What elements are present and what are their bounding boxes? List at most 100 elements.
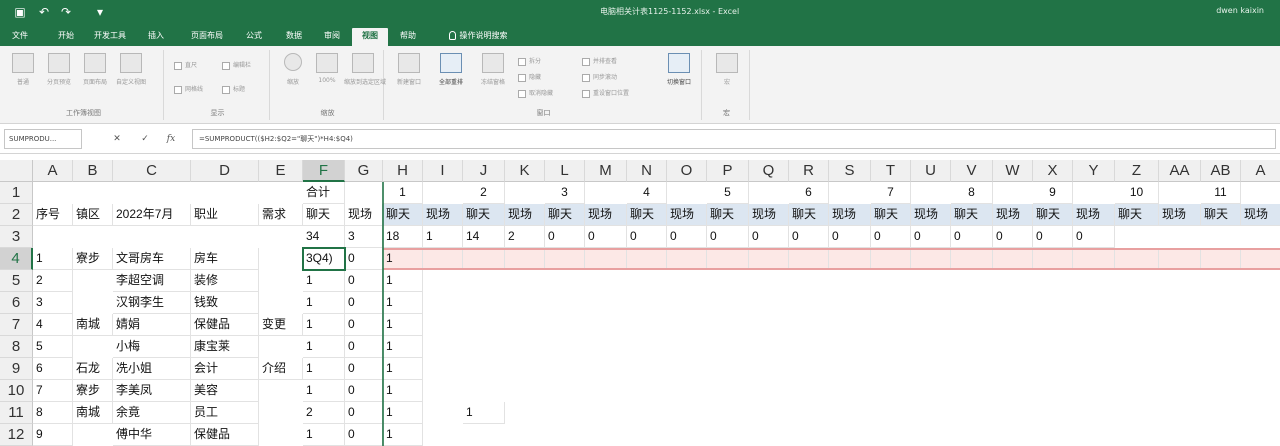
column-header-p[interactable]: P bbox=[707, 160, 749, 182]
column-header-n[interactable]: N bbox=[627, 160, 667, 182]
cell-d9[interactable]: 会计 bbox=[191, 358, 259, 380]
cell-c4[interactable]: 文哥房车 bbox=[113, 248, 191, 270]
cell-b10[interactable]: 寮步 bbox=[73, 380, 113, 402]
cell-r1[interactable]: 6 bbox=[789, 182, 829, 204]
cell-o3[interactable]: 0 bbox=[667, 226, 707, 248]
cell-h4[interactable]: 1 bbox=[383, 248, 423, 270]
ruler-checkbox[interactable]: 直尺 bbox=[174, 60, 197, 72]
tell-me-search[interactable]: 操作说明搜索 bbox=[436, 28, 520, 46]
cell-a2[interactable]: 现场 bbox=[1241, 204, 1280, 226]
cell-k3[interactable]: 2 bbox=[505, 226, 545, 248]
cell-f2[interactable]: 聊天 bbox=[303, 204, 345, 226]
cell-d4[interactable]: 房车 bbox=[191, 248, 259, 270]
cell-a12[interactable]: 9 bbox=[33, 424, 73, 446]
cell-r2[interactable]: 聊天 bbox=[789, 204, 829, 226]
unhide-button[interactable]: 取消隐藏 bbox=[518, 88, 553, 100]
freeze-panes-button[interactable]: 冻结窗格 bbox=[478, 53, 508, 97]
cell-f8[interactable]: 1 bbox=[303, 336, 345, 358]
column-header-m[interactable]: M bbox=[585, 160, 627, 182]
more-icon[interactable]: ▾ bbox=[92, 4, 108, 20]
cell-x1[interactable]: 9 bbox=[1033, 182, 1073, 204]
column-header-d[interactable]: D bbox=[191, 160, 259, 182]
cell-f4[interactable]: 3Q4) bbox=[303, 248, 345, 270]
column-header-b[interactable]: B bbox=[73, 160, 113, 182]
column-header-r[interactable]: R bbox=[789, 160, 829, 182]
save-icon[interactable]: ▣ bbox=[12, 4, 28, 20]
cell-g8[interactable]: 0 bbox=[345, 336, 383, 358]
column-header-z[interactable]: Z bbox=[1115, 160, 1159, 182]
tab-view[interactable]: 视图 bbox=[352, 28, 388, 46]
cell-g5[interactable]: 0 bbox=[345, 270, 383, 292]
cell-z2[interactable]: 聊天 bbox=[1115, 204, 1159, 226]
cell-b7[interactable]: 南城 bbox=[73, 314, 113, 336]
cell-c11[interactable]: 余竟 bbox=[113, 402, 191, 424]
cell-b9[interactable]: 石龙 bbox=[73, 358, 113, 380]
headings-checkbox[interactable]: 标题 bbox=[222, 84, 245, 96]
column-header-x[interactable]: X bbox=[1033, 160, 1073, 182]
column-header-a[interactable]: A bbox=[33, 160, 73, 182]
cell-h2[interactable]: 聊天 bbox=[383, 204, 423, 226]
row-header-11[interactable]: 11 bbox=[0, 402, 33, 424]
cell-q3[interactable]: 0 bbox=[749, 226, 789, 248]
cell-j3[interactable]: 14 bbox=[463, 226, 505, 248]
cell-d10[interactable]: 美容 bbox=[191, 380, 259, 402]
cell-t1[interactable]: 7 bbox=[871, 182, 911, 204]
cell-f6[interactable]: 1 bbox=[303, 292, 345, 314]
cell-b11[interactable]: 南城 bbox=[73, 402, 113, 424]
cell-h9[interactable]: 1 bbox=[383, 358, 423, 380]
cell-b4[interactable]: 寮步 bbox=[73, 248, 113, 270]
tab-review[interactable]: 审阅 bbox=[318, 28, 346, 46]
cell-a8[interactable]: 5 bbox=[33, 336, 73, 358]
cell-c2[interactable]: 2022年7月 bbox=[113, 204, 191, 226]
column-header-i[interactable]: I bbox=[423, 160, 463, 182]
column-header-f[interactable]: F bbox=[303, 160, 345, 182]
cell-h11[interactable]: 1 bbox=[383, 402, 423, 424]
redo-icon[interactable]: ↷ bbox=[58, 4, 74, 20]
cell-l1[interactable]: 3 bbox=[545, 182, 585, 204]
column-header-y[interactable]: Y bbox=[1073, 160, 1115, 182]
zoom-selection-button[interactable]: 缩放到选定区域 bbox=[344, 53, 386, 97]
row-header-7[interactable]: 7 bbox=[0, 314, 33, 336]
cell-c8[interactable]: 小梅 bbox=[113, 336, 191, 358]
tab-data[interactable]: 数据 bbox=[280, 28, 308, 46]
user-name[interactable]: dwen kaixin bbox=[1216, 6, 1264, 15]
tab-developer[interactable]: 开发工具 bbox=[88, 28, 132, 46]
new-window-button[interactable]: 新建窗口 bbox=[394, 53, 424, 97]
cell-d2[interactable]: 职业 bbox=[191, 204, 259, 226]
cell-i2[interactable]: 现场 bbox=[423, 204, 463, 226]
cell-e2[interactable]: 需求 bbox=[259, 204, 303, 226]
cell-j2[interactable]: 聊天 bbox=[463, 204, 505, 226]
name-box[interactable]: SUMPRODU... bbox=[4, 129, 82, 149]
formula-input[interactable]: =SUMPRODUCT(($H2:$Q2="聊天")*H4:$Q4) bbox=[192, 129, 1276, 149]
cell-d5[interactable]: 装修 bbox=[191, 270, 259, 292]
cell-h7[interactable]: 1 bbox=[383, 314, 423, 336]
tab-home[interactable]: 开始 bbox=[52, 28, 80, 46]
cell-f5[interactable]: 1 bbox=[303, 270, 345, 292]
cell-g3[interactable]: 3 bbox=[345, 226, 383, 248]
cell-z1[interactable]: 10 bbox=[1115, 182, 1159, 204]
cell-y2[interactable]: 现场 bbox=[1073, 204, 1115, 226]
cell-e7[interactable]: 变更 bbox=[259, 314, 303, 336]
cell-r3[interactable]: 0 bbox=[789, 226, 829, 248]
row-header-3[interactable]: 3 bbox=[0, 226, 33, 248]
cell-a10[interactable]: 7 bbox=[33, 380, 73, 402]
cell-l3[interactable]: 0 bbox=[545, 226, 585, 248]
cell-t3[interactable]: 0 bbox=[871, 226, 911, 248]
cell-p2[interactable]: 聊天 bbox=[707, 204, 749, 226]
cell-g2[interactable]: 现场 bbox=[345, 204, 383, 226]
cell-f12[interactable]: 1 bbox=[303, 424, 345, 446]
split-button[interactable]: 拆分 bbox=[518, 56, 541, 68]
cell-h8[interactable]: 1 bbox=[383, 336, 423, 358]
row-header-8[interactable]: 8 bbox=[0, 336, 33, 358]
cell-f1[interactable]: 合计 bbox=[303, 182, 345, 204]
cell-v2[interactable]: 聊天 bbox=[951, 204, 993, 226]
column-header-v[interactable]: V bbox=[951, 160, 993, 182]
cell-s3[interactable]: 0 bbox=[829, 226, 871, 248]
cell-f3[interactable]: 34 bbox=[303, 226, 345, 248]
cell-p3[interactable]: 0 bbox=[707, 226, 749, 248]
cell-h5[interactable]: 1 bbox=[383, 270, 423, 292]
sync-scroll-button[interactable]: 同步滚动 bbox=[582, 72, 617, 84]
cell-e9[interactable]: 介绍 bbox=[259, 358, 303, 380]
cell-f11[interactable]: 2 bbox=[303, 402, 345, 424]
cell-q2[interactable]: 现场 bbox=[749, 204, 789, 226]
